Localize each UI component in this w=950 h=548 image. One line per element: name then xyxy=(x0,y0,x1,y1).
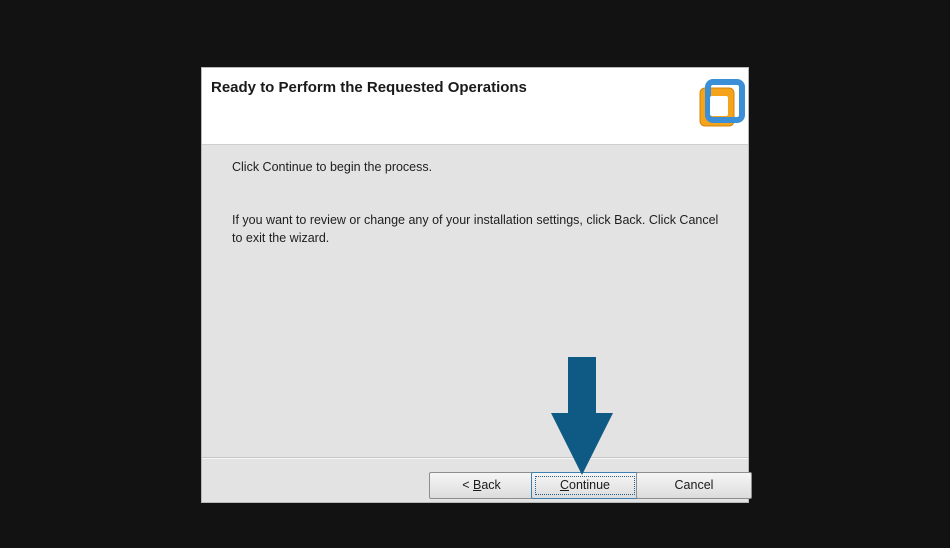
dialog-title: Ready to Perform the Requested Operation… xyxy=(211,79,527,96)
installer-dialog: Ready to Perform the Requested Operation… xyxy=(201,67,752,503)
down-arrow-icon xyxy=(551,357,613,475)
back-button[interactable]: < Back xyxy=(429,472,534,499)
dialog-header: Ready to Perform the Requested Operation… xyxy=(202,68,748,145)
cancel-button[interactable]: Cancel xyxy=(636,472,752,499)
instruction-text: Click Continue to begin the process. xyxy=(232,160,433,174)
continue-button[interactable]: Continue xyxy=(531,472,639,499)
vmware-logo-icon xyxy=(699,79,745,127)
help-text: If you want to review or change any of y… xyxy=(232,213,719,245)
